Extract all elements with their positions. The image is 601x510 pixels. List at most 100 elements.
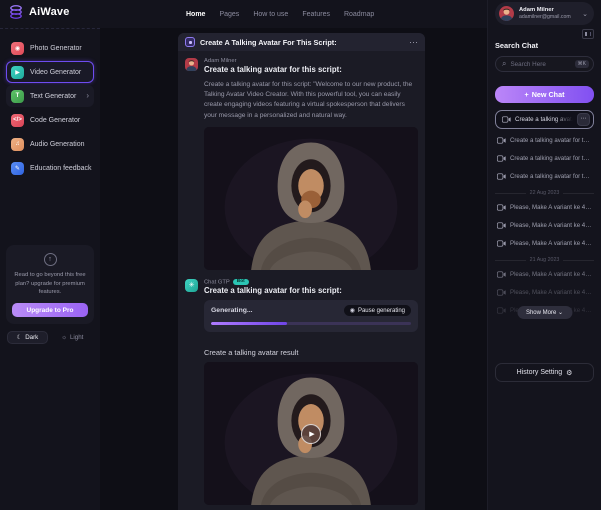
nav-how-to-use[interactable]: How to use xyxy=(253,11,288,18)
bot-message-heading: Create a talking avatar for this script: xyxy=(204,286,342,295)
nav-features[interactable]: Features xyxy=(302,11,330,18)
user-name: Adam Milner xyxy=(519,7,571,15)
bot-message-header: ✳ Chat GTPBot Create a talking avatar fo… xyxy=(185,279,418,296)
plus-icon: + xyxy=(525,90,529,99)
sidebar-item-audio-generation[interactable]: ♫ Audio Generation xyxy=(6,133,94,155)
user-avatar xyxy=(185,58,198,71)
sidebar-toggle-icon[interactable] xyxy=(582,29,594,39)
play-button[interactable]: ▶ xyxy=(301,424,321,444)
chat-title: Create A Talking Avatar For This Script: xyxy=(200,38,337,47)
chat-history-item[interactable]: Please, Make A variant ke 4 varian xyxy=(495,218,594,232)
education-feedback-icon: ✎ xyxy=(11,162,24,175)
upgrade-text: Read to go beyond this free plan? upgrad… xyxy=(12,271,88,297)
chevron-down-icon: ⌄ xyxy=(558,310,563,316)
avatar-result-video: ▶ xyxy=(204,362,418,505)
user-profile-chip[interactable]: Adam Milner adamilner@gmail.com ⌄ xyxy=(495,2,594,25)
light-mode-button[interactable]: ☼ Light xyxy=(51,331,93,344)
sun-icon: ☼ xyxy=(61,334,67,341)
generating-box: Generating... ◉ Pause generating xyxy=(204,300,418,332)
chat-body: Adam Milner Create a talking avatar for … xyxy=(178,51,425,510)
bot-badge: Bot xyxy=(233,279,249,285)
nav-roadmap[interactable]: Roadmap xyxy=(344,11,374,18)
sidebar-item-photo-generator[interactable]: ◉ Photo Generator xyxy=(6,37,94,59)
bot-message-author: Chat GTPBot xyxy=(204,279,342,286)
bot-icon: ✳ xyxy=(189,281,195,289)
right-sidebar: Adam Milner adamilner@gmail.com ⌄ Search… xyxy=(487,0,601,510)
aiwave-logo-icon xyxy=(8,4,24,20)
user-message-heading: Create a talking avatar for this script: xyxy=(204,65,342,74)
chat-header: Create A Talking Avatar For This Script:… xyxy=(178,33,425,51)
video-camera-icon xyxy=(497,240,506,247)
left-sidebar: ◉ Photo Generator ▶ Video Generator T Te… xyxy=(0,28,100,510)
chat-history-item[interactable]: Please, Make A variant ke 4 varian xyxy=(495,200,594,214)
video-camera-icon xyxy=(497,271,506,278)
upgrade-arrow-icon: ↑ xyxy=(44,253,57,266)
top-nav: Home Pages How to use Features Roadmap xyxy=(186,0,374,28)
nav-pages[interactable]: Pages xyxy=(219,11,239,18)
search-chat-title: Search Chat xyxy=(495,41,594,50)
active-chat-item[interactable]: Create a talking avatar for this ⋯ xyxy=(495,110,594,129)
gear-icon: ⚙ xyxy=(566,369,572,377)
generating-label: Generating... xyxy=(211,307,253,314)
chevron-right-icon: › xyxy=(86,92,89,100)
search-shortcut-badge: ⌘K xyxy=(575,60,589,68)
sidebar-item-education-feedback[interactable]: ✎ Education feedback xyxy=(6,157,94,179)
brand-name: AiWave xyxy=(29,6,70,18)
code-generator-icon: </> xyxy=(11,114,24,127)
bot-avatar: ✳ xyxy=(185,279,198,292)
brand-logo[interactable]: AiWave xyxy=(8,4,70,20)
chat-history-item[interactable]: Please, Make A variant ke 4 varian xyxy=(495,285,594,299)
video-camera-icon xyxy=(497,307,506,314)
history-date-divider: 21 Aug 2023 xyxy=(495,257,594,263)
user-message-author: Adam Milner xyxy=(204,58,342,64)
user-email: adamilner@gmail.com xyxy=(519,14,571,20)
video-camera-icon xyxy=(497,222,506,229)
photo-generator-icon: ◉ xyxy=(11,42,24,55)
video-camera-icon xyxy=(497,289,506,296)
upgrade-to-pro-button[interactable]: Upgrade to Pro xyxy=(12,303,88,317)
pause-generating-button[interactable]: ◉ Pause generating xyxy=(344,305,411,316)
show-more-button[interactable]: Show More ⌄ xyxy=(517,306,572,319)
video-camera-icon xyxy=(497,137,506,144)
user-avatar xyxy=(499,6,514,21)
dark-mode-button[interactable]: ☾ Dark xyxy=(7,331,49,344)
result-label: Create a talking avatar result xyxy=(204,348,418,357)
sidebar-item-code-generator[interactable]: </> Code Generator xyxy=(6,109,94,131)
video-camera-icon xyxy=(497,155,506,162)
moon-icon: ☾ xyxy=(17,334,23,341)
stop-icon: ◉ xyxy=(350,308,355,314)
chat-item-menu-button[interactable]: ⋯ xyxy=(577,113,590,126)
video-camera-icon xyxy=(497,204,506,211)
search-input[interactable] xyxy=(510,61,570,68)
chat-history-item[interactable]: Please, Make A variant ke 4 varian xyxy=(495,236,594,250)
video-camera-icon xyxy=(502,116,511,123)
video-generator-icon: ▶ xyxy=(11,66,24,79)
chat-history-item[interactable]: Create a talking avatar for this scrip xyxy=(495,169,594,183)
chat-panel: Create A Talking Avatar For This Script:… xyxy=(178,33,425,510)
progress-track xyxy=(211,322,411,325)
chat-history-item[interactable]: Please, Make A variant ke 4 varian xyxy=(495,267,594,281)
audio-generation-icon: ♫ xyxy=(11,138,24,151)
search-icon: ⌕ xyxy=(502,60,506,68)
user-message-body: Create a talking avatar for this script:… xyxy=(204,80,416,121)
search-box: ⌕ ⌘K xyxy=(495,56,594,72)
sidebar-item-text-generator[interactable]: T Text Generator › xyxy=(6,85,94,107)
text-generator-icon: T xyxy=(11,90,24,103)
theme-toggle: ☾ Dark ☼ Light xyxy=(6,331,94,344)
progress-fill xyxy=(211,322,287,325)
chat-menu-button[interactable]: ⋯ xyxy=(409,38,418,47)
sidebar-item-video-generator[interactable]: ▶ Video Generator xyxy=(6,61,94,83)
user-message-header: Adam Milner Create a talking avatar for … xyxy=(185,58,418,74)
new-chat-button[interactable]: + New Chat xyxy=(495,86,594,103)
history-setting-button[interactable]: History Setting ⚙ xyxy=(495,363,594,382)
chat-history-item[interactable]: Create a talking avatar for this scrip xyxy=(495,151,594,165)
chat-history-item[interactable]: Create a talking avatar for this scrip xyxy=(495,133,594,147)
upgrade-card: ↑ Read to go beyond this free plan? upgr… xyxy=(6,245,94,324)
nav-home[interactable]: Home xyxy=(186,11,205,18)
chevron-down-icon: ⌄ xyxy=(582,10,588,18)
chat-title-icon xyxy=(185,37,195,47)
play-icon: ▶ xyxy=(309,430,314,438)
video-camera-icon xyxy=(497,173,506,180)
aiwave-app: AiWave Home Pages How to use Features Ro… xyxy=(0,0,601,510)
avatar-source-image xyxy=(204,127,418,270)
